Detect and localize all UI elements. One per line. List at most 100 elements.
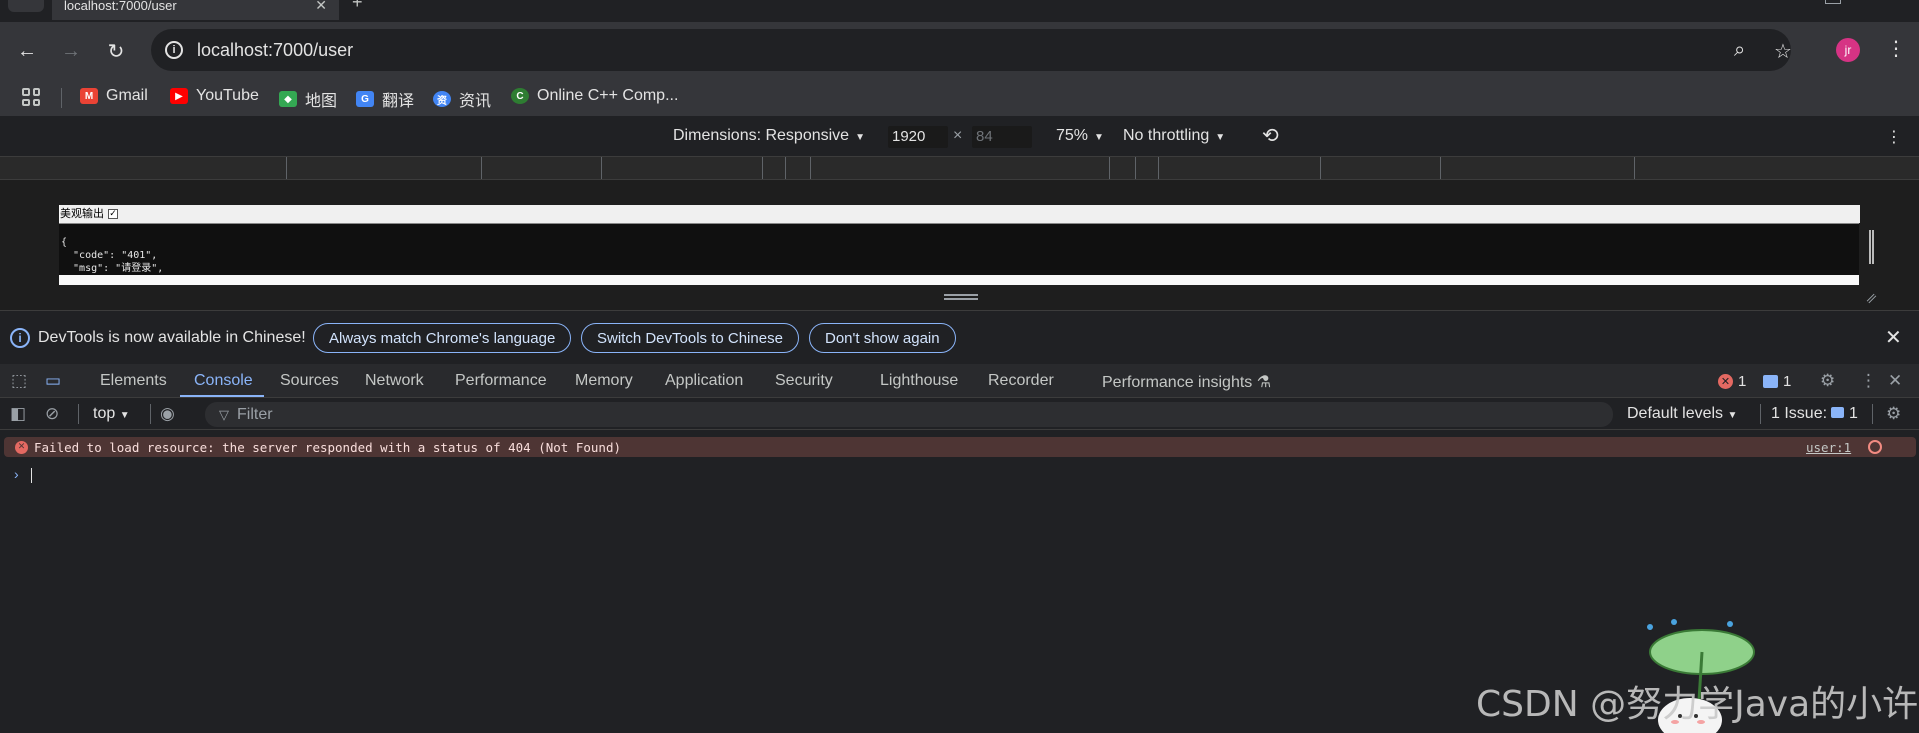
tab-recorder[interactable]: Recorder [988, 372, 1054, 390]
tab-title: localhost:7000/user [64, 0, 177, 13]
dimensions-dropdown[interactable]: Dimensions: Responsive ▼ [673, 127, 865, 145]
tab-strip: localhost:7000/user ✕ + [0, 0, 1919, 22]
bookmark-youtube[interactable]: ▶ YouTube [170, 87, 259, 105]
error-icon: ✕ [1718, 374, 1733, 389]
window-minimize-icon[interactable] [1825, 0, 1841, 4]
tab-network[interactable]: Network [365, 372, 424, 390]
switch-to-chinese-button[interactable]: Switch DevTools to Chinese [581, 323, 799, 353]
tab-lighthouse[interactable]: Lighthouse [880, 372, 958, 390]
width-input[interactable]: 1920 [888, 126, 948, 148]
tab-search-button[interactable] [8, 0, 44, 12]
zoom-dropdown[interactable]: 75% ▼ [1056, 127, 1104, 145]
bookmarks-bar: M Gmail ▶ YouTube ◆ 地图 G 翻译 资 资讯 C Onlin… [0, 78, 1919, 116]
tab-security[interactable]: Security [775, 372, 833, 390]
viewport-height-resize-handle[interactable] [944, 294, 978, 300]
message-count-badge[interactable]: 1 [1763, 373, 1791, 390]
levels-label: Default levels [1627, 405, 1724, 422]
forward-arrow-icon[interactable]: → [56, 36, 86, 66]
error-count: 1 [1738, 373, 1747, 390]
tab-console[interactable]: Console [194, 372, 253, 390]
chevron-down-icon: ▼ [1215, 132, 1226, 143]
console-error-message[interactable]: ✕ Failed to load resource: the server re… [4, 437, 1916, 457]
tab-performance-insights[interactable]: Performance insights ⚗ [1102, 372, 1271, 392]
issues-counter[interactable]: 1 Issue: 1 [1771, 405, 1858, 423]
devtools-close-icon[interactable]: ✕ [1888, 371, 1902, 391]
devtools-tab-bar: ⬚ ▭ Elements Console Sources Network Per… [0, 364, 1919, 398]
tab-close-icon[interactable]: ✕ [315, 0, 327, 14]
ruler-tick [1440, 157, 1441, 179]
address-bar[interactable]: i localhost:7000/user ⌕ ☆ [151, 29, 1792, 71]
info-icon: i [10, 328, 30, 348]
context-selector[interactable]: top ▼ [93, 405, 130, 423]
inspect-element-icon[interactable]: ⬚ [11, 371, 27, 391]
bookmark-translate[interactable]: G 翻译 [356, 87, 414, 111]
rotate-icon[interactable]: ⟲ [1262, 123, 1279, 148]
ruler-tick [1320, 157, 1321, 179]
url-text[interactable]: localhost:7000/user [197, 40, 353, 61]
bookmarks-separator [61, 88, 62, 108]
reload-icon[interactable]: ↻ [101, 36, 131, 66]
viewport-corner-resize-icon[interactable]: ═ [1862, 289, 1880, 307]
tab-elements[interactable]: Elements [100, 372, 167, 390]
bookmark-gmail[interactable]: M Gmail [80, 87, 148, 105]
rendered-page: 美观输出 ✓ { "code": "401", "msg": "请登录", "d… [59, 205, 1860, 285]
translate-icon: G [356, 91, 374, 107]
zoom-label: 75% [1056, 127, 1089, 144]
tab-memory[interactable]: Memory [575, 372, 633, 390]
height-input[interactable]: 84 [972, 126, 1032, 148]
error-icon: ✕ [15, 440, 28, 454]
error-source-link[interactable]: user:1 [1806, 440, 1851, 455]
chrome-menu-icon[interactable]: ⋮ [1886, 36, 1906, 61]
filter-placeholder: Filter [237, 405, 273, 423]
console-settings-icon[interactable]: ⚙ [1886, 404, 1901, 424]
device-toggle-icon[interactable]: ▭ [45, 371, 61, 391]
live-expression-eye-icon[interactable]: ◉ [160, 404, 175, 424]
tab-performance[interactable]: Performance [455, 372, 547, 390]
tab-sources[interactable]: Sources [280, 372, 339, 390]
dont-show-again-button[interactable]: Don't show again [809, 323, 956, 353]
chevron-down-icon: ▼ [1727, 410, 1738, 421]
device-more-icon[interactable]: ⋮ [1886, 127, 1902, 147]
ruler-tick [1135, 157, 1136, 179]
sidebar-toggle-icon[interactable]: ◧ [10, 404, 26, 424]
error-count-badge[interactable]: ✕ 1 [1718, 373, 1746, 390]
console-filter-input[interactable]: ▽ Filter [205, 402, 1613, 427]
viewport-scrollbar[interactable] [1869, 230, 1874, 264]
message-icon [1763, 375, 1778, 388]
apps-grid-icon[interactable] [22, 88, 40, 106]
bookmark-maps[interactable]: ◆ 地图 [279, 87, 337, 111]
back-arrow-icon[interactable]: ← [12, 36, 42, 66]
tab-application[interactable]: Application [665, 372, 743, 390]
clear-console-icon[interactable]: ⊘ [45, 404, 59, 424]
filter-icon: ▽ [219, 406, 229, 422]
context-label: top [93, 405, 116, 422]
throttling-dropdown[interactable]: No throttling ▼ [1123, 127, 1225, 145]
settings-gear-icon[interactable]: ⚙ [1820, 371, 1835, 391]
dimensions-label: Dimensions: Responsive [673, 127, 850, 144]
devtools-more-icon[interactable]: ⋮ [1860, 371, 1877, 391]
ruler-tick [286, 157, 287, 179]
new-tab-icon[interactable]: + [352, 0, 363, 13]
bookmark-star-icon[interactable]: ☆ [1774, 39, 1792, 64]
console-toolbar: ◧ ⊘ top ▼ ◉ ▽ Filter Default levels ▼ 1 … [0, 398, 1919, 430]
bookmark-label: 翻译 [382, 93, 415, 110]
toolbar-separator [78, 404, 79, 424]
browser-tab[interactable]: localhost:7000/user ✕ [52, 0, 339, 20]
profile-avatar[interactable]: jr [1836, 38, 1860, 62]
pretty-print-label: 美观输出 [60, 207, 104, 220]
maps-icon: ◆ [279, 91, 297, 107]
console-input-cursor[interactable] [31, 468, 32, 483]
infobar-message: DevTools is now available in Chinese! [38, 329, 306, 346]
ruler-tick [1158, 157, 1159, 179]
site-info-icon[interactable]: i [165, 41, 183, 59]
pretty-print-toggle[interactable]: 美观输出 ✓ [60, 205, 1860, 223]
bookmark-news[interactable]: 资 资讯 [433, 87, 491, 111]
infobar-close-icon[interactable]: ✕ [1885, 325, 1902, 350]
always-match-language-button[interactable]: Always match Chrome's language [313, 323, 572, 353]
zoom-search-icon[interactable]: ⌕ [1734, 39, 1745, 62]
toolbar-separator [150, 404, 151, 424]
log-levels-dropdown[interactable]: Default levels ▼ [1627, 405, 1737, 423]
ai-explain-icon[interactable] [1868, 440, 1882, 454]
pretty-print-checkbox[interactable]: ✓ [108, 209, 118, 219]
bookmark-online-compiler[interactable]: C Online C++ Comp... [511, 87, 678, 105]
